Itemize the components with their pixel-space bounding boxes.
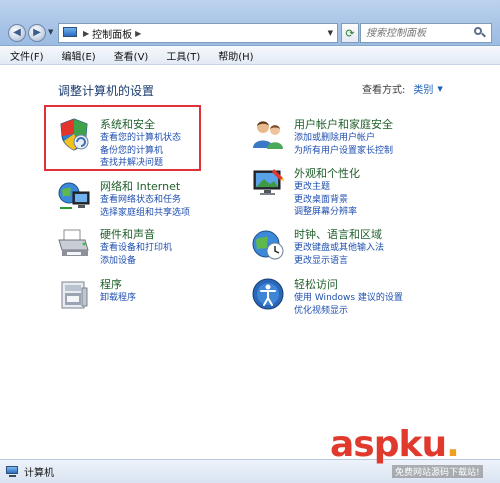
category-title[interactable]: 用户帐户和家庭安全 [294, 116, 393, 132]
users-icon[interactable] [250, 116, 286, 152]
category-title[interactable]: 时钟、语言和区域 [294, 226, 382, 242]
address-dropdown-icon[interactable]: ▼ [328, 29, 333, 37]
view-by-label: 查看方式: [362, 85, 406, 96]
link-optimize-display[interactable]: 优化视频显示 [294, 305, 403, 318]
link-homegroup-sharing[interactable]: 选择家庭组和共享选项 [100, 207, 190, 220]
control-panel-icon [62, 26, 80, 40]
menu-file[interactable]: 文件(F) [8, 47, 46, 64]
recent-pages-dropdown[interactable]: ▼ [48, 28, 53, 36]
link-change-keyboard[interactable]: 更改键盘或其他输入法 [294, 242, 384, 255]
programs-icon[interactable] [56, 276, 92, 312]
link-uninstall-program[interactable]: 卸载程序 [100, 292, 136, 305]
menu-help[interactable]: 帮助(H) [216, 47, 255, 64]
window-header: ◀ ▶ ▼ ▶ 控制面板 ▶ ▼ ⟳ [0, 0, 500, 46]
search-icon[interactable] [473, 26, 487, 40]
search-input[interactable] [361, 25, 471, 41]
status-text: 计算机 [24, 468, 54, 479]
link-find-fix-problems[interactable]: 查找并解决问题 [100, 157, 181, 170]
link-screen-resolution[interactable]: 调整屏幕分辨率 [294, 206, 357, 219]
menu-edit[interactable]: 编辑(E) [60, 47, 98, 64]
chevron-down-icon[interactable]: ▼ [437, 85, 442, 93]
arrow-left-icon: ◀ [13, 27, 21, 38]
category-title[interactable]: 网络和 Internet [100, 178, 180, 194]
breadcrumb-control-panel[interactable]: 控制面板 [92, 26, 132, 41]
link-change-display-language[interactable]: 更改显示语言 [294, 255, 384, 268]
back-button[interactable]: ◀ [8, 24, 26, 42]
forward-button[interactable]: ▶ [28, 24, 46, 42]
search-box[interactable] [360, 23, 492, 43]
network-globe-icon[interactable] [56, 178, 92, 214]
link-recommended-settings[interactable]: 使用 Windows 建议的设置 [294, 292, 403, 305]
menu-tools[interactable]: 工具(T) [164, 47, 202, 64]
breadcrumb-separator-icon[interactable]: ▶ [135, 29, 141, 38]
category-title[interactable]: 系统和安全 [100, 116, 155, 132]
category-title[interactable]: 外观和个性化 [294, 165, 360, 181]
clock-globe-icon[interactable] [250, 226, 286, 262]
category-title[interactable]: 轻松访问 [294, 276, 338, 292]
breadcrumb-separator-icon[interactable]: ▶ [83, 29, 89, 38]
refresh-icon: ⟳ [345, 26, 355, 40]
printer-icon[interactable] [56, 226, 92, 262]
shield-icon[interactable] [56, 116, 92, 152]
view-by: 查看方式: 类别 ▼ [362, 81, 443, 97]
control-panel-content: 调整计算机的设置 查看方式: 类别 ▼ 系统和安全 查看您的计算机状态 备份您的… [0, 65, 500, 459]
ease-of-access-icon[interactable] [250, 276, 286, 312]
appearance-icon[interactable] [250, 165, 286, 201]
category-title[interactable]: 程序 [100, 276, 122, 292]
link-add-device[interactable]: 添加设备 [100, 255, 172, 268]
link-devices-printers[interactable]: 查看设备和打印机 [100, 242, 172, 255]
arrow-right-icon: ▶ [33, 27, 41, 38]
menu-view[interactable]: 查看(V) [112, 47, 151, 64]
menu-bar: 文件(F) 编辑(E) 查看(V) 工具(T) 帮助(H) [0, 46, 500, 65]
category-title[interactable]: 硬件和声音 [100, 226, 155, 242]
link-change-background[interactable]: 更改桌面背景 [294, 194, 357, 207]
page-title: 调整计算机的设置 [58, 84, 155, 98]
watermark-subtitle: 免费网站源码下载站! [392, 465, 483, 478]
address-bar[interactable]: ▶ 控制面板 ▶ ▼ [58, 23, 338, 43]
link-network-status[interactable]: 查看网络状态和任务 [100, 194, 190, 207]
computer-icon [6, 466, 20, 477]
link-parental-controls[interactable]: 为所有用户设置家长控制 [294, 145, 393, 158]
link-view-computer-status[interactable]: 查看您的计算机状态 [100, 132, 181, 145]
link-add-remove-accounts[interactable]: 添加或删除用户帐户 [294, 132, 393, 145]
view-by-dropdown[interactable]: 类别 [413, 81, 433, 96]
link-backup-computer[interactable]: 备份您的计算机 [100, 145, 181, 158]
refresh-button[interactable]: ⟳ [341, 23, 359, 43]
link-change-theme[interactable]: 更改主题 [294, 181, 357, 194]
watermark-logo: aspku. [330, 424, 460, 465]
watermark: aspku. 免费网站源码下载站! [330, 425, 498, 479]
